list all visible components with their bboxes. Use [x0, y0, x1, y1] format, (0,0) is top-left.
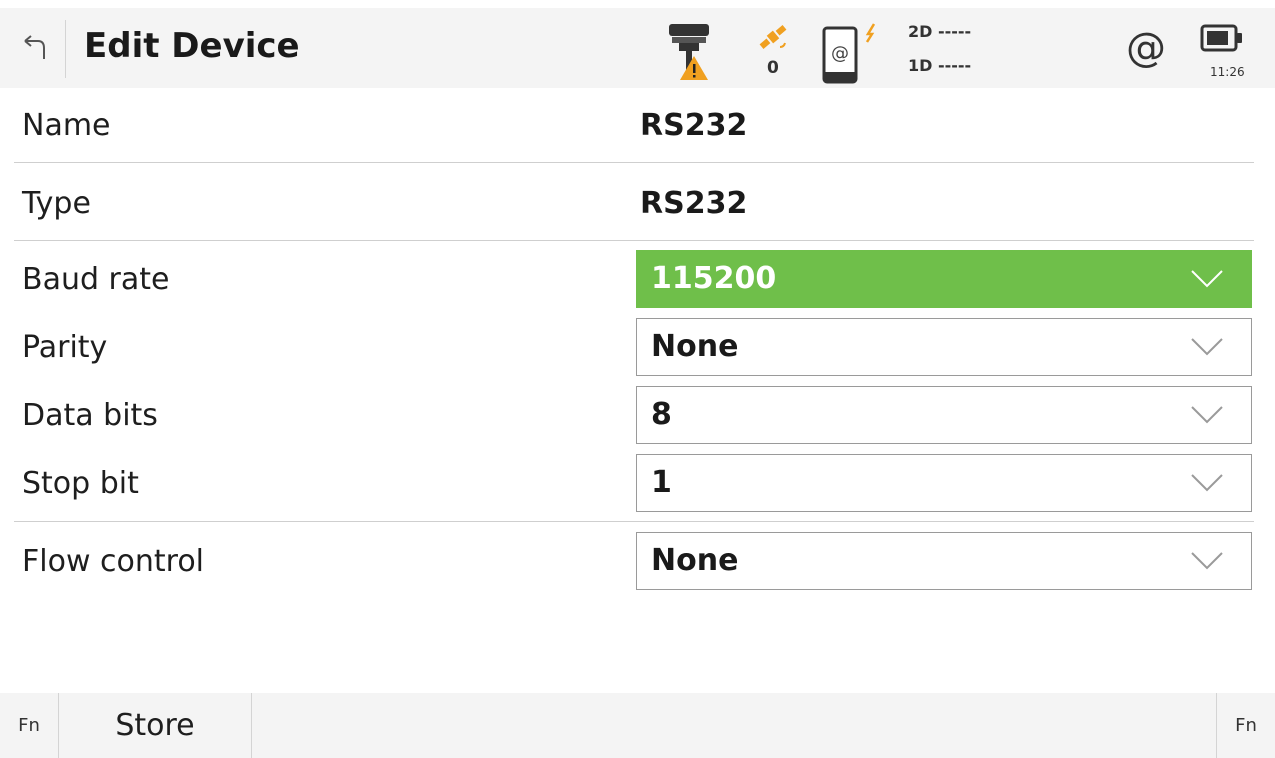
data-bits-value: 8 [651, 397, 672, 432]
internet-at-icon[interactable]: @ [1126, 28, 1166, 68]
screen: Edit Device 0 @ 2D ----- 1D ----- @ 11:2… [0, 0, 1275, 758]
baud-rate-dropdown[interactable]: 115200 [636, 250, 1252, 308]
flow-control-value: None [651, 543, 739, 578]
name-value: RS232 [640, 108, 748, 143]
parity-label: Parity [22, 330, 108, 365]
quality-1d-readout: 1D ----- [908, 56, 972, 75]
satellite-count: 0 [767, 58, 779, 78]
stop-bit-value: 1 [651, 465, 672, 500]
data-bits-dropdown[interactable]: 8 [636, 386, 1252, 444]
chevron-down-icon [1191, 552, 1223, 570]
chevron-down-icon [1191, 270, 1223, 288]
store-button[interactable]: Store [59, 693, 252, 758]
type-value: RS232 [640, 186, 748, 221]
flow-control-dropdown[interactable]: None [636, 532, 1252, 590]
battery-icon[interactable] [1200, 22, 1244, 60]
parity-value: None [651, 329, 739, 364]
quality-2d-readout: 2D ----- [908, 22, 972, 41]
back-arrow-icon [24, 35, 45, 59]
parity-dropdown[interactable]: None [636, 318, 1252, 376]
fn-right-button[interactable]: Fn [1216, 693, 1275, 758]
chevron-down-icon [1191, 474, 1223, 492]
stop-bit-label: Stop bit [22, 466, 139, 501]
stop-bit-dropdown[interactable]: 1 [636, 454, 1252, 512]
clock: 11:26 [1210, 65, 1245, 79]
data-bits-label: Data bits [22, 398, 158, 433]
softkey-bar: Fn Store Fn [0, 693, 1275, 758]
baud-rate-label: Baud rate [22, 262, 170, 297]
divider [14, 162, 1254, 163]
type-label: Type [22, 186, 91, 221]
divider [14, 240, 1254, 241]
baud-rate-value: 115200 [651, 261, 777, 296]
device-link-icon[interactable]: @ [822, 22, 884, 90]
divider [14, 521, 1254, 522]
chevron-down-icon [1191, 406, 1223, 424]
name-label: Name [22, 108, 111, 143]
title-separator [65, 20, 66, 78]
page-title: Edit Device [84, 26, 300, 66]
gnss-receiver-warning-icon[interactable] [668, 20, 710, 86]
chevron-down-icon [1191, 338, 1223, 356]
fn-left-button[interactable]: Fn [0, 693, 59, 758]
satellite-icon[interactable] [756, 20, 790, 58]
flow-control-label: Flow control [22, 544, 205, 579]
title-bar: Edit Device 0 @ 2D ----- 1D ----- @ 11:2… [0, 8, 1275, 88]
svg-text:@: @ [831, 43, 849, 64]
back-button[interactable] [14, 28, 54, 68]
